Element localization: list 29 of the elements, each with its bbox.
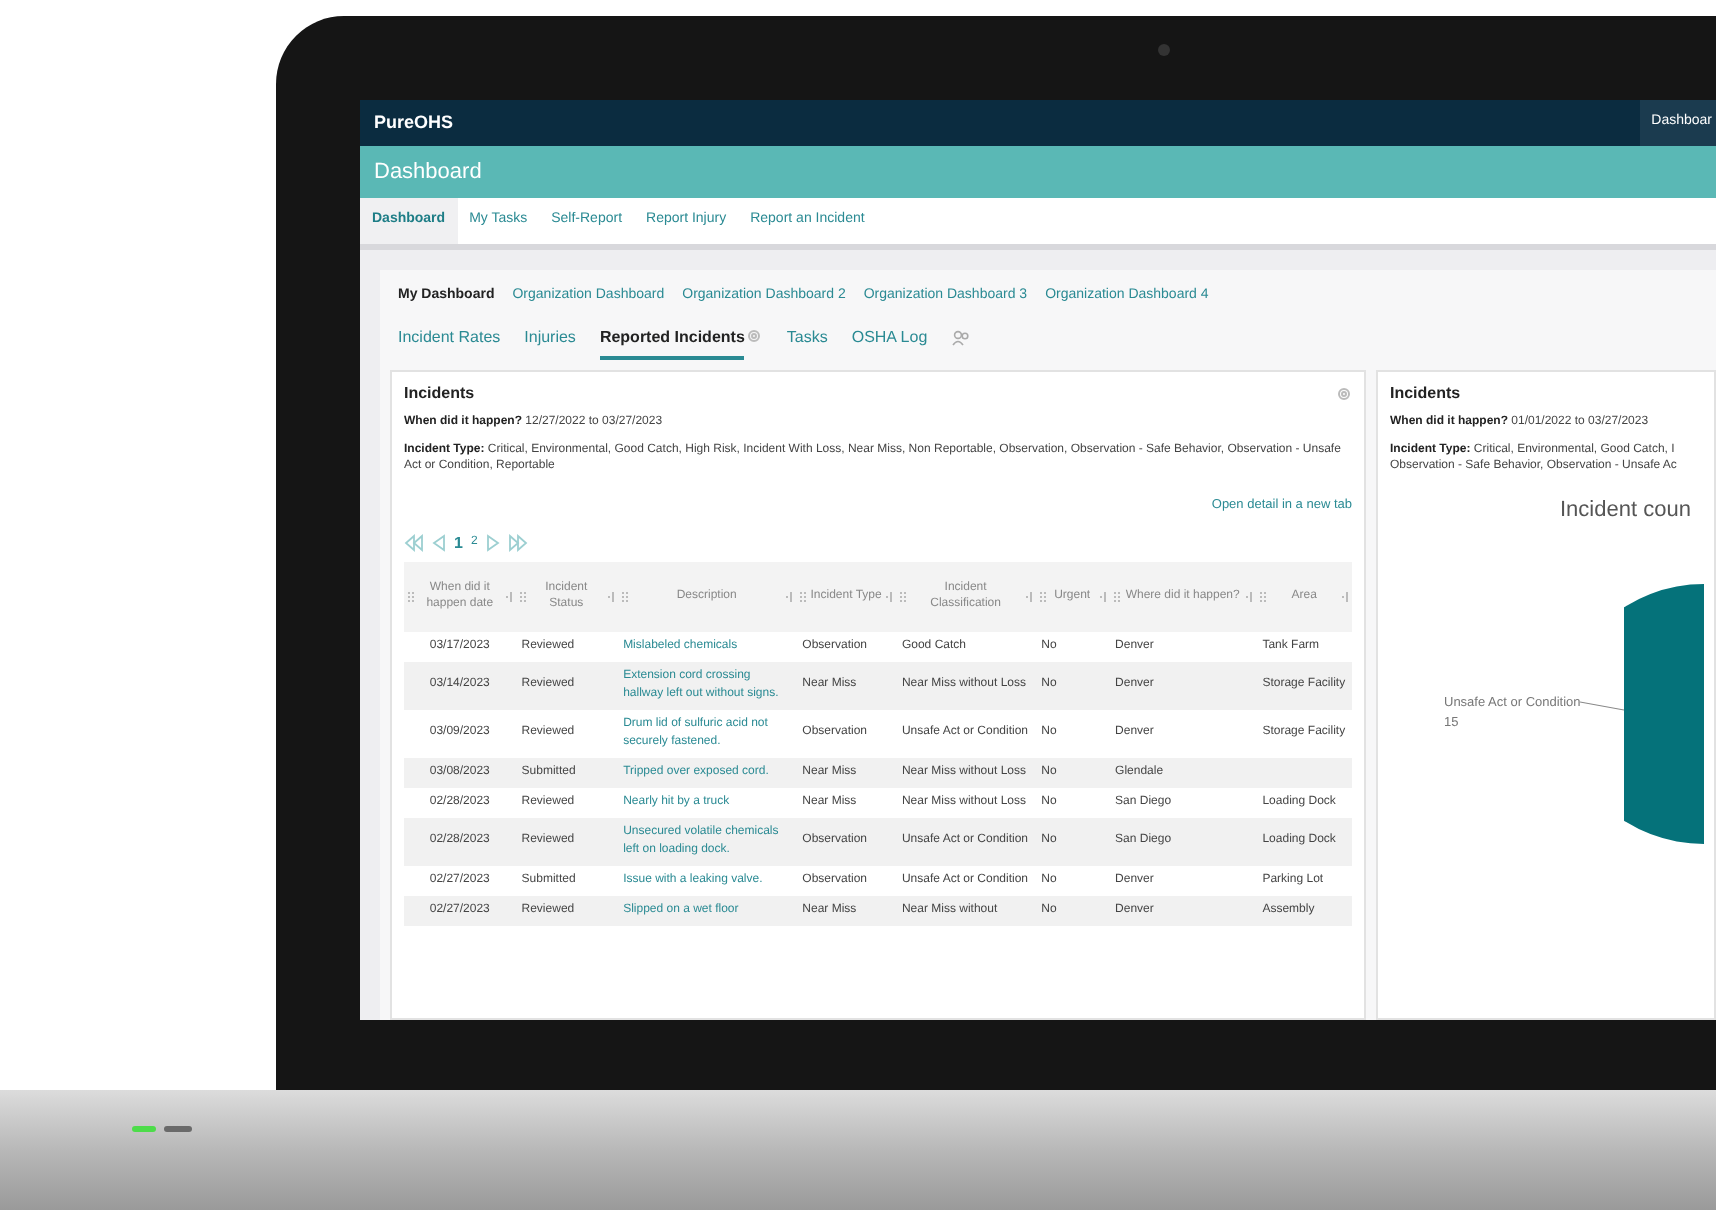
report-tab[interactable]: Injuries	[524, 326, 576, 360]
sort-icon	[505, 591, 512, 602]
leader-line	[1580, 699, 1625, 711]
sort-icon	[1341, 591, 1348, 602]
sort-icon	[1099, 591, 1105, 602]
report-tab[interactable]: Tasks	[786, 326, 828, 360]
camera-icon	[1158, 44, 1170, 56]
logo: PureOHS	[372, 109, 454, 136]
sort-icon	[1246, 591, 1253, 602]
report-tab[interactable]: Reported Incidents	[599, 326, 745, 360]
report-tab[interactable]: OSHA Log	[851, 326, 928, 360]
people-icon	[951, 330, 970, 346]
next-page-icon	[483, 534, 504, 553]
gear-icon	[1336, 386, 1352, 402]
chart-title: Incident coun	[1558, 496, 1693, 526]
card-title: Incidents	[404, 382, 475, 406]
sort-icon	[885, 591, 892, 602]
previous-page-icon	[428, 534, 448, 553]
card-title: Incidents	[1390, 382, 1463, 406]
sort-icon	[607, 591, 614, 602]
page-title: Dashboard	[374, 157, 482, 188]
sort-icon	[1025, 591, 1032, 602]
last-page-icon	[507, 534, 528, 553]
sort-icon	[786, 591, 793, 602]
page-number[interactable]: 1	[452, 531, 465, 556]
gear-icon	[746, 328, 763, 344]
report-tab[interactable]: Incident Rates	[398, 326, 501, 360]
status-light-icon	[132, 1126, 156, 1132]
first-page-icon	[404, 534, 424, 553]
